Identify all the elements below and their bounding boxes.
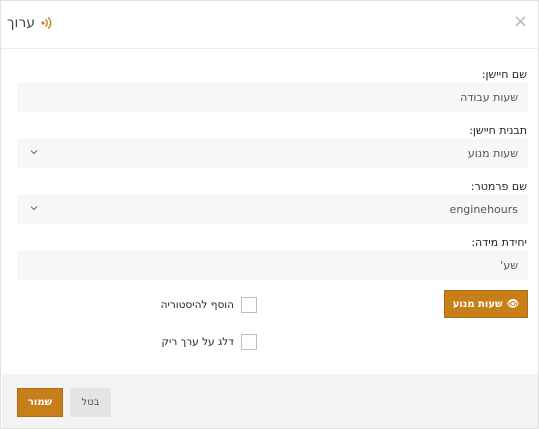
unit-label: יחידת מידה:	[471, 236, 527, 249]
dialog-title-group: ערוך	[7, 15, 53, 31]
param-name-value: enginehours	[449, 203, 518, 216]
dialog-footer: שמור בטל	[2, 374, 538, 428]
unit-field[interactable]: שע'	[17, 251, 528, 280]
param-name-label: שם פרמטר:	[470, 180, 527, 193]
sensor-name-label: שם חיישן:	[481, 68, 527, 81]
sensor-name-field[interactable]: שעות עבודה	[17, 83, 528, 112]
skip-empty-value-label: דלג על ערך ריק	[161, 336, 234, 348]
sensor-template-select[interactable]: שעות מנוע	[17, 139, 528, 168]
save-button[interactable]: שמור	[17, 388, 63, 417]
dialog-title: ערוך	[7, 15, 35, 31]
chevron-down-icon	[30, 150, 38, 155]
chevron-down-icon	[30, 206, 38, 211]
add-to-history-label: הוסף להיסטוריה	[160, 299, 234, 311]
engine-hours-button[interactable]: 👁 שעות מנוע	[444, 290, 528, 318]
edit-dialog: × ערוך שם חיישן: שעות עבודה תבנית חיישן:…	[0, 0, 539, 429]
add-to-history-checkbox[interactable]	[241, 297, 257, 313]
sensor-name-value: שעות עבודה	[460, 91, 518, 104]
add-to-history-row: הוסף להיסטוריה	[161, 297, 257, 313]
sensor-signal-icon	[41, 16, 52, 30]
skip-empty-value-checkbox[interactable]	[241, 334, 257, 350]
close-icon[interactable]: ×	[513, 13, 528, 31]
skip-empty-row: דלג על ערך ריק	[162, 334, 257, 350]
sensor-template-label: תבנית חיישן:	[469, 124, 527, 137]
engine-hours-button-label: שעות מנוע	[452, 298, 503, 310]
unit-value: שע'	[500, 259, 518, 272]
sensor-template-value: שעות מנוע	[467, 147, 518, 160]
cancel-button[interactable]: בטל	[70, 388, 111, 417]
param-name-select[interactable]: enginehours	[17, 195, 528, 224]
eye-icon: 👁	[506, 298, 520, 310]
dialog-header: × ערוך	[1, 1, 538, 49]
